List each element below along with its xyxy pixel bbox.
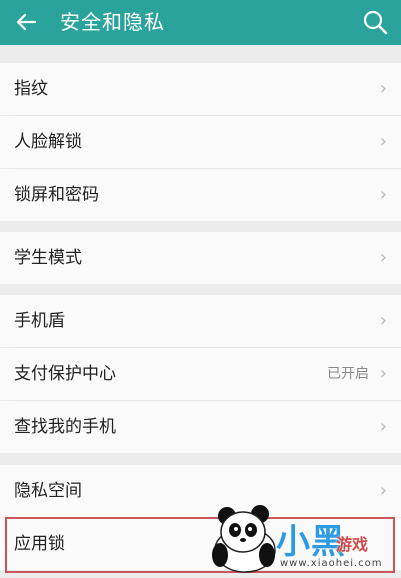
chevron-right-icon: › (379, 416, 387, 437)
watermark-sub-text: 游戏 (336, 535, 369, 554)
chevron-right-icon: › (379, 131, 387, 152)
settings-item-label: 支付保护中心 (14, 364, 116, 384)
status-value: 已开启 (327, 366, 369, 382)
settings-item-label: 隐私空间 (14, 481, 82, 501)
chevron-right-icon: › (379, 184, 387, 205)
settings-item-label: 人脸解锁 (14, 132, 82, 152)
panda-mascot-icon (212, 505, 276, 573)
settings-item-student-mode[interactable]: 学生模式 › (0, 232, 401, 284)
settings-item-phone-shield[interactable]: 手机盾 › (0, 295, 401, 347)
settings-item-find-my-phone[interactable]: 查找我的手机 › (0, 401, 401, 453)
settings-item-label: 查找我的手机 (14, 417, 116, 437)
search-icon[interactable] (361, 8, 389, 36)
settings-item-label: 学生模式 (14, 248, 82, 268)
settings-item-payment-protection[interactable]: 支付保护中心 已开启 › (0, 348, 401, 400)
watermark-url: www.xiaohei.com (280, 558, 383, 569)
settings-item-fingerprint[interactable]: 指纹 › (0, 63, 401, 115)
settings-item-label: 手机盾 (14, 311, 65, 331)
settings-item-label: 指纹 (14, 79, 48, 99)
chevron-right-icon: › (379, 247, 387, 268)
settings-item-face-unlock[interactable]: 人脸解锁 › (0, 116, 401, 168)
chevron-right-icon: › (379, 310, 387, 331)
arrow-left-icon[interactable] (10, 6, 42, 38)
top-app-bar: 安全和隐私 (0, 0, 401, 45)
chevron-right-icon: › (379, 363, 387, 384)
settings-item-lock-screen-password[interactable]: 锁屏和密码 › (0, 169, 401, 221)
chevron-right-icon: › (379, 78, 387, 99)
page-title: 安全和隐私 (60, 10, 165, 34)
settings-item-label: 锁屏和密码 (14, 185, 99, 205)
